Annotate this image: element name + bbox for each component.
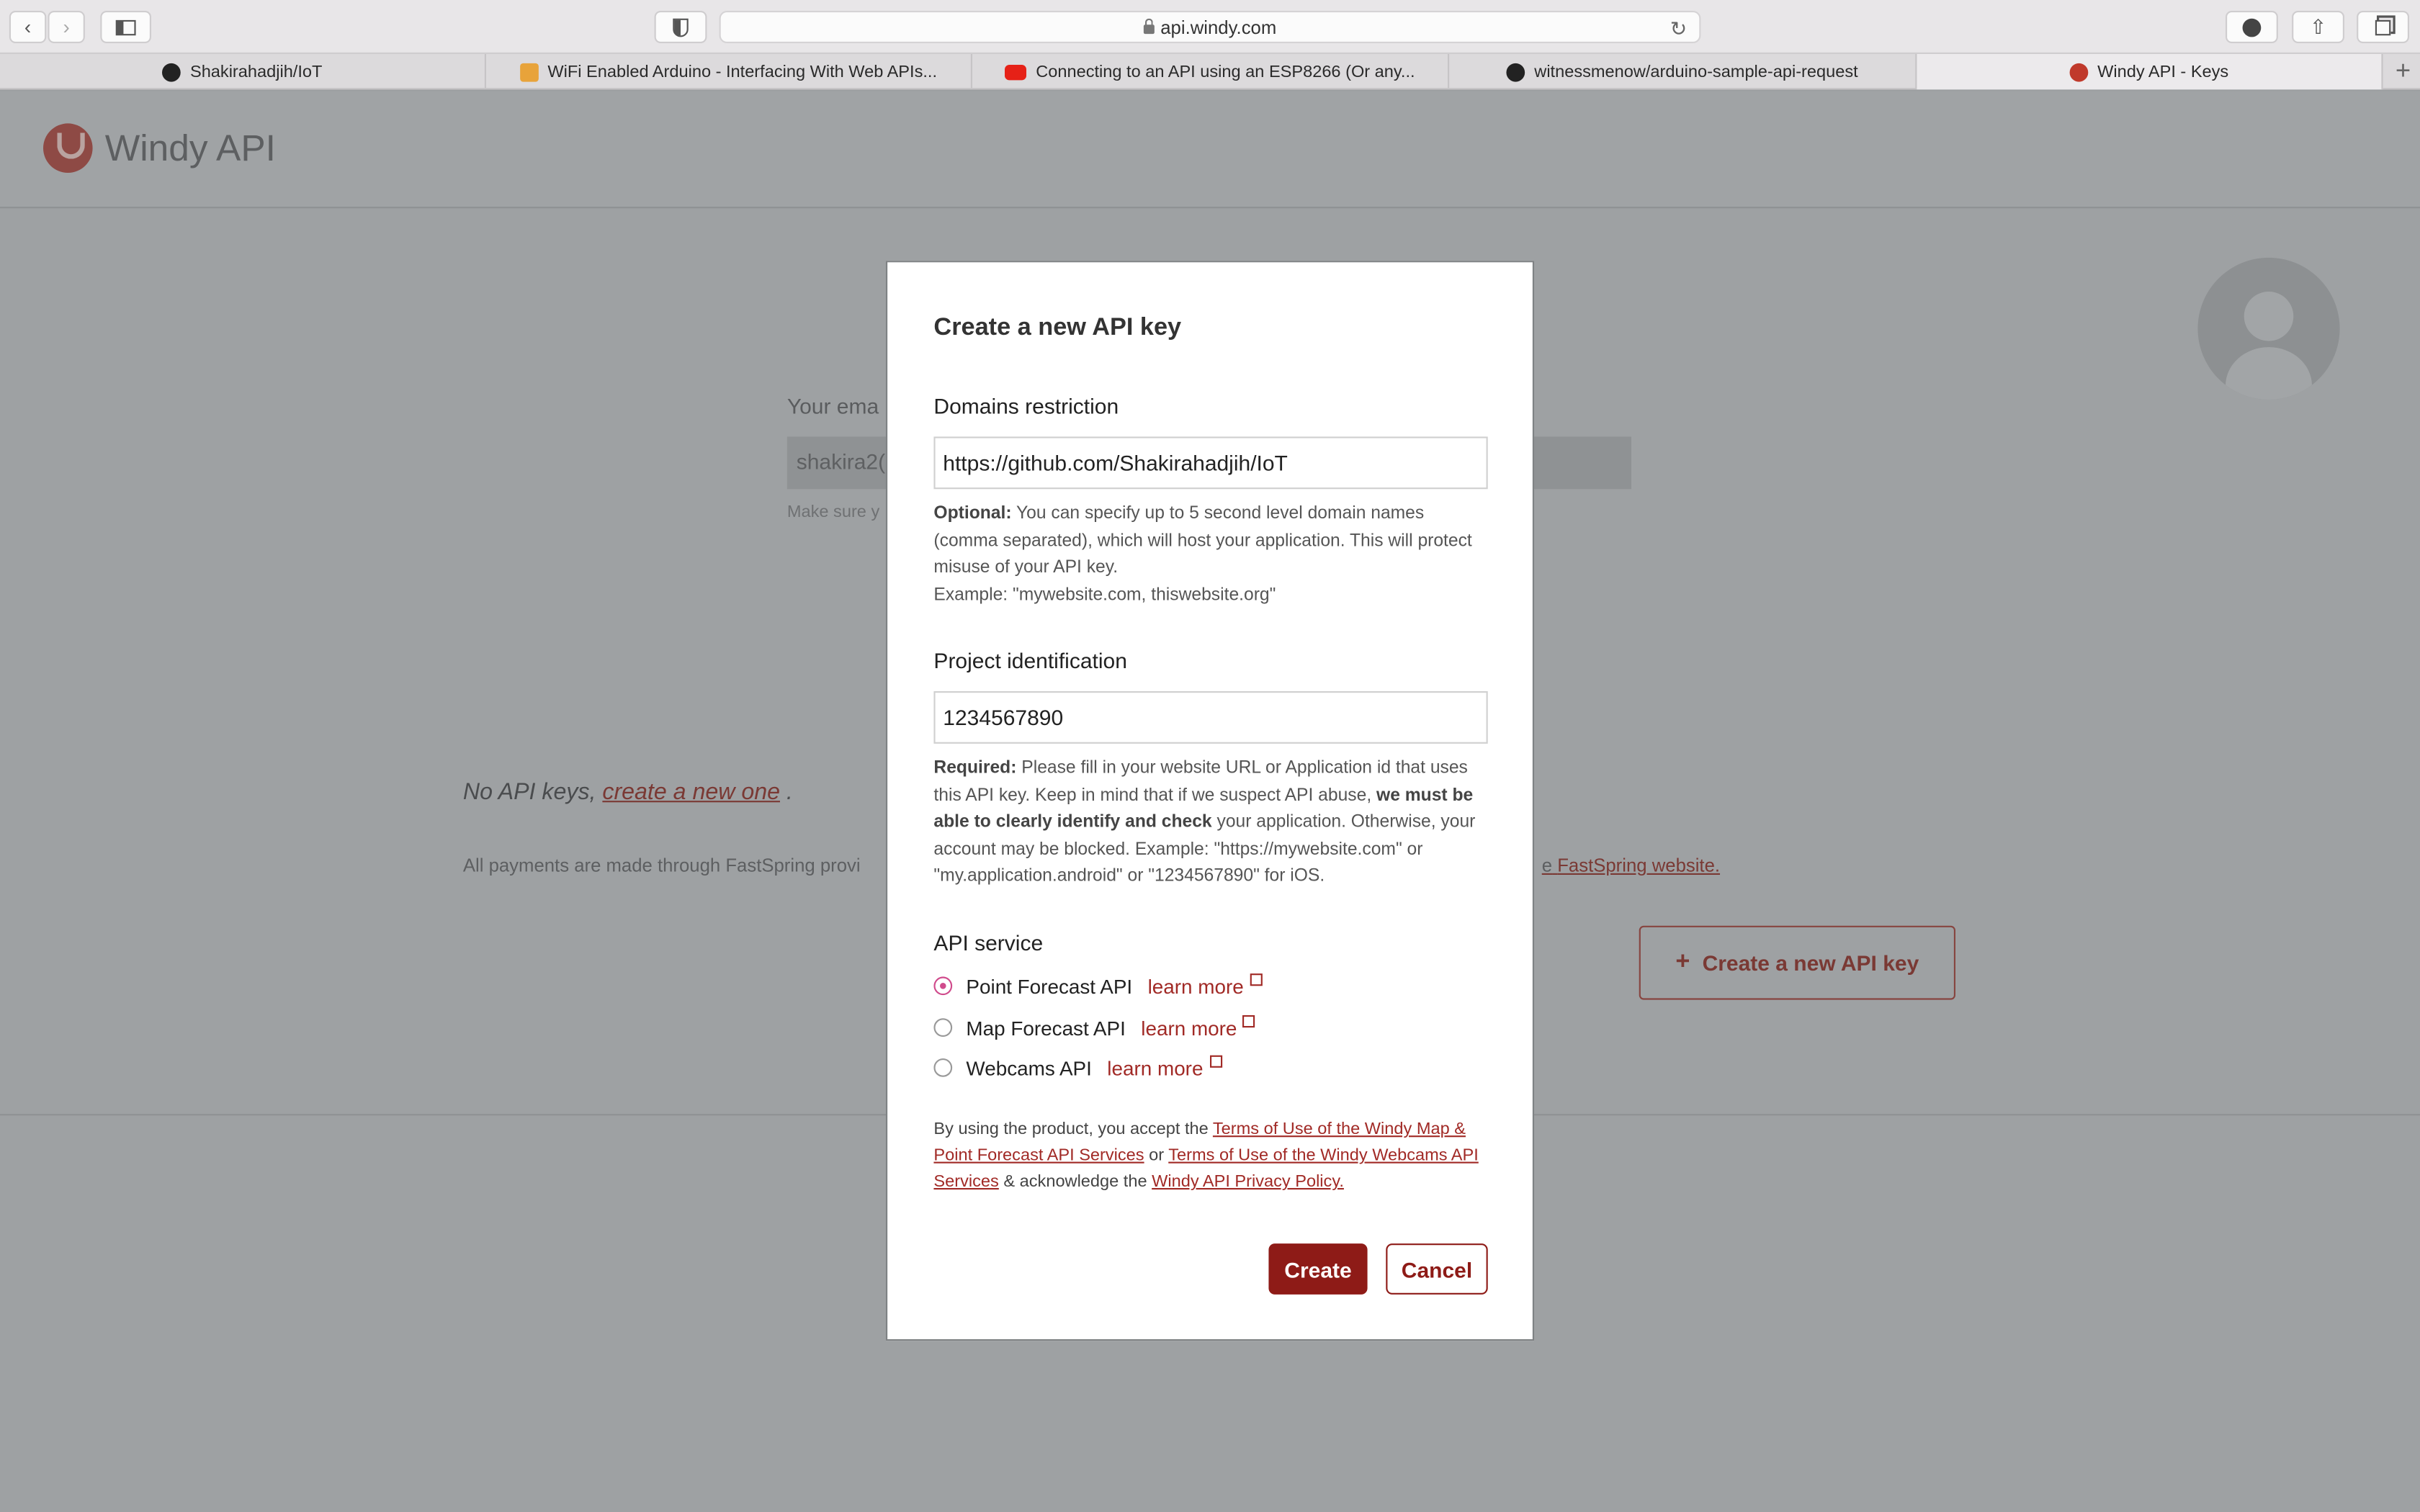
tab-bar: Shakirahadjih/IoT WiFi Enabled Arduino -… (0, 54, 2420, 90)
browser-toolbar: ‹ › api.windy.com ↻ ⇧ (0, 0, 2420, 54)
domains-label: Domains restriction (933, 393, 1119, 418)
tab-youtube-esp8266[interactable]: Connecting to an API using an ESP8266 (O… (972, 54, 1450, 90)
domains-help: Optional: You can specify up to 5 second… (933, 501, 1492, 610)
avatar-body (2226, 347, 2312, 400)
radio-webcams[interactable]: Webcams API learn more (933, 1054, 1222, 1082)
tab-title: witnessmenow/arduino-sample-api-request (1534, 62, 1858, 81)
tab-title: Shakirahadjih/IoT (189, 62, 323, 81)
windy-logo-icon (43, 123, 93, 173)
sidebar-button[interactable] (100, 11, 151, 43)
radio-label: Webcams API (966, 1056, 1092, 1079)
address-bar[interactable]: api.windy.com ↻ (719, 11, 1701, 43)
terms-part: or (1144, 1146, 1169, 1165)
downloads-button[interactable] (2226, 11, 2278, 43)
sidebar-icon (115, 19, 136, 35)
fastspring-prefix: e (1541, 855, 1553, 877)
tab-github-iot[interactable]: Shakirahadjih/IoT (0, 54, 486, 90)
no-keys-message: No API keys, create a new one . (463, 779, 793, 805)
chevron-right-icon: › (63, 15, 70, 39)
project-label: Project identification (933, 648, 1127, 673)
windy-icon (2069, 62, 2089, 81)
radio-button[interactable] (933, 1018, 953, 1037)
tabs-icon (2375, 19, 2391, 35)
terms-text: By using the product, you accept the Ter… (933, 1117, 1492, 1195)
optional-label: Optional: (933, 504, 1012, 523)
service-label: API service (933, 930, 1044, 955)
domains-example: Example: "mywebsite.com, thiswebsite.org… (933, 585, 1276, 605)
fastspring-link[interactable]: e FastSpring website. (1542, 855, 1720, 876)
learn-more-link[interactable]: learn more (1148, 974, 1244, 997)
learn-more-link[interactable]: learn more (1107, 1056, 1203, 1079)
new-tab-icon[interactable]: + (2396, 55, 2411, 86)
tab-title: WiFi Enabled Arduino - Interfacing With … (547, 62, 938, 81)
project-input[interactable] (933, 691, 1488, 744)
radio-map-forecast[interactable]: Map Forecast API learn more (933, 1014, 1256, 1042)
modal-title: Create a new API key (933, 315, 1182, 341)
tab-github-sample[interactable]: witnessmenow/arduino-sample-api-request (1449, 54, 1917, 90)
tab-title: Connecting to an API using an ESP8266 (O… (1036, 62, 1415, 81)
url-text: api.windy.com (1160, 16, 1277, 38)
create-new-link[interactable]: create a new one (602, 779, 780, 805)
email-note: Make sure y (786, 503, 880, 522)
youtube-icon (1005, 63, 1027, 80)
domains-help-text: You can specify up to 5 second level dom… (933, 504, 1472, 577)
avatar[interactable] (2197, 257, 2340, 400)
external-link-icon (1250, 973, 1263, 986)
email-label: Your ema (786, 393, 879, 418)
fastspring-link-text: FastSpring website. (1557, 855, 1721, 877)
logo-text: Windy API (104, 127, 276, 170)
external-link-icon (1209, 1055, 1222, 1068)
lock-icon (1143, 17, 1155, 34)
chevron-left-icon: ‹ (24, 15, 32, 39)
create-key-modal: Create a new API key Domains restriction… (886, 261, 1534, 1341)
radio-label: Map Forecast API (966, 1016, 1126, 1040)
payments-text: All payments are made through FastSpring… (462, 855, 861, 877)
radio-label: Point Forecast API (966, 974, 1133, 998)
shield-icon (673, 17, 689, 37)
page-header: Windy API (0, 91, 2420, 209)
download-icon (2242, 17, 2262, 37)
create-api-key-button[interactable]: + Create a new API key (1639, 925, 1955, 1000)
github-icon (1506, 62, 1525, 81)
domains-input[interactable] (933, 436, 1488, 490)
github-icon (162, 62, 182, 81)
radio-point-forecast[interactable]: Point Forecast API learn more (933, 972, 1263, 1000)
avatar-head (2244, 292, 2294, 341)
privacy-button[interactable] (654, 11, 707, 43)
tab-wifi-arduino[interactable]: WiFi Enabled Arduino - Interfacing With … (486, 54, 972, 90)
arduino-icon (519, 62, 539, 81)
privacy-policy-link[interactable]: Windy API Privacy Policy. (1152, 1173, 1344, 1192)
reload-icon[interactable]: ↻ (1670, 17, 1687, 42)
share-button[interactable]: ⇧ (2292, 11, 2344, 43)
radio-button[interactable] (933, 1058, 953, 1077)
radio-button[interactable] (933, 976, 953, 996)
required-label: Required: (933, 759, 1017, 778)
tab-windy-keys[interactable]: Windy API - Keys (1917, 54, 2383, 90)
period: . (786, 779, 793, 806)
terms-part: By using the product, you accept the (933, 1120, 1213, 1139)
terms-part: & acknowledge the (998, 1172, 1152, 1192)
external-link-icon (1243, 1015, 1256, 1028)
forward-button[interactable]: › (48, 11, 85, 43)
create-key-label: Create a new API key (1702, 950, 1919, 976)
create-button[interactable]: Create (1268, 1243, 1368, 1295)
back-button[interactable]: ‹ (9, 11, 47, 43)
tab-overview-button[interactable] (2357, 11, 2409, 43)
share-icon: ⇧ (2309, 14, 2327, 38)
no-keys-text: No API keys, (462, 779, 596, 806)
learn-more-link[interactable]: learn more (1141, 1016, 1237, 1039)
tab-title: Windy API - Keys (2097, 62, 2229, 81)
cancel-button[interactable]: Cancel (1386, 1243, 1488, 1295)
project-help: Required: Please fill in your website UR… (933, 756, 1492, 892)
plus-icon: + (1675, 948, 1690, 976)
